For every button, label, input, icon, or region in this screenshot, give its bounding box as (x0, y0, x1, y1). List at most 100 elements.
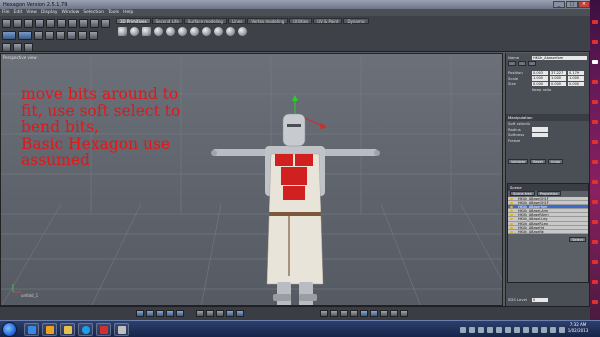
snap-icon[interactable] (101, 19, 110, 28)
minimize-button[interactable]: _ (553, 1, 565, 8)
redo-icon[interactable] (18, 31, 32, 40)
object-select-icon[interactable] (46, 19, 55, 28)
hemisphere-primitive-icon[interactable] (238, 27, 247, 36)
fit-icon[interactable] (370, 310, 378, 317)
visibility-icon[interactable] (510, 205, 513, 208)
orbit-icon[interactable] (330, 310, 338, 317)
view-front-icon[interactable] (136, 310, 144, 317)
grid-icon[interactable] (236, 310, 244, 317)
cylinder-primitive-icon[interactable] (154, 27, 163, 36)
manipulation-header[interactable]: Manipulation (506, 114, 589, 121)
position-y-field[interactable]: 37.227 (550, 70, 566, 75)
taskbar-media[interactable] (42, 323, 57, 336)
tray-icon[interactable] (541, 326, 547, 333)
select-button[interactable]: Select (569, 237, 586, 243)
view-top-icon[interactable] (156, 310, 164, 317)
position-x-field[interactable]: 0.003 (532, 70, 548, 75)
tab-surface-modeling[interactable]: Surface modeling (183, 18, 227, 24)
vertex-select-icon[interactable] (13, 19, 22, 28)
zoom-icon[interactable] (340, 310, 348, 317)
light-icon[interactable] (206, 310, 214, 317)
tab-dynamic[interactable]: Dynamic (343, 18, 370, 24)
tray-icon[interactable] (550, 326, 556, 333)
radius-field[interactable] (532, 127, 548, 132)
smooth-shade-icon[interactable] (13, 43, 22, 52)
tab-properties[interactable]: Properties (536, 191, 561, 197)
taskbar-ie[interactable] (24, 323, 39, 336)
scene-item[interactable]: HKUk_ABaseNk (508, 230, 588, 235)
tab-second-life[interactable]: Second Life (151, 18, 183, 24)
tray-icon[interactable] (523, 326, 529, 333)
menu-help[interactable]: Help (123, 10, 133, 15)
reset-view-icon[interactable] (380, 310, 388, 317)
soft-selection-checkbox[interactable]: Soft selection (508, 121, 530, 126)
cut-icon[interactable] (34, 31, 43, 40)
menu-edit[interactable]: Edit (14, 10, 23, 15)
menu-window[interactable]: Window (62, 10, 80, 15)
taskbar-hexagon[interactable] (114, 323, 129, 336)
maximize-button[interactable]: □ (566, 1, 578, 8)
scale-x-field[interactable]: 1.000 (532, 76, 548, 81)
cube-primitive-icon[interactable] (142, 27, 151, 36)
rotate-tool-icon[interactable] (68, 19, 77, 28)
tray-icon[interactable] (514, 326, 520, 333)
tab-3d-primitives[interactable]: 3D Primitives (116, 18, 151, 24)
tray-icon[interactable] (469, 326, 475, 333)
size-x-field[interactable]: 0.000 (532, 81, 548, 86)
validate-button[interactable]: Validate (508, 159, 529, 165)
plane-primitive-icon[interactable] (118, 27, 127, 36)
select-tool-icon[interactable] (2, 19, 11, 28)
name-field[interactable]: HKUk_Abaserfom (532, 55, 587, 60)
visibility-icon[interactable] (510, 218, 513, 221)
undo-view-icon[interactable] (390, 310, 398, 317)
scale-tool-icon[interactable] (79, 19, 88, 28)
undo-icon[interactable] (2, 31, 16, 40)
scale-z-field[interactable]: 1.000 (568, 76, 584, 81)
sds-level-field[interactable]: 0 (532, 297, 548, 302)
tray-icon[interactable] (460, 326, 466, 333)
tube-primitive-icon[interactable] (214, 27, 223, 36)
visibility-icon[interactable] (510, 214, 513, 217)
tab-lines[interactable]: Lines (227, 18, 247, 24)
taskbar-app[interactable] (96, 323, 111, 336)
knight-figure[interactable] (211, 113, 380, 306)
visibility-icon[interactable] (510, 210, 513, 213)
sphere-primitive-icon[interactable] (130, 27, 139, 36)
size-z-field[interactable]: 0.000 (568, 81, 584, 86)
position-tab[interactable]: ◦ (508, 60, 517, 66)
softness-field[interactable] (532, 132, 548, 137)
geosphere-primitive-icon[interactable] (190, 27, 199, 36)
clock[interactable]: 7:32 AM 1/02/2013 (560, 322, 596, 334)
wireframe-icon[interactable] (2, 43, 11, 52)
view-side-icon[interactable] (146, 310, 154, 317)
tray-icon[interactable] (496, 326, 502, 333)
size-y-field[interactable]: 0.000 (550, 81, 566, 86)
cone-primitive-icon[interactable] (166, 27, 175, 36)
menu-tools[interactable]: Tools (108, 10, 119, 15)
tray-icon[interactable] (532, 326, 538, 333)
face-select-icon[interactable] (35, 19, 44, 28)
tray-icon[interactable] (478, 326, 484, 333)
keep-ratio-checkbox[interactable]: Keep ratio (532, 87, 554, 92)
taskbar-skype[interactable] (78, 323, 93, 336)
menu-file[interactable]: File (2, 10, 10, 15)
local-tab[interactable]: ◦ (528, 60, 537, 66)
tab-scene-tree[interactable]: Scene tree (510, 191, 535, 197)
position-z-field[interactable]: 0.179 (568, 70, 584, 75)
edge-select-icon[interactable] (24, 19, 33, 28)
move-tool-icon[interactable] (57, 19, 66, 28)
tab-uv-paint[interactable]: UV & Paint (313, 18, 343, 24)
perspective-viewport[interactable]: Perspective view move bits around to fit… (0, 53, 503, 306)
visibility-icon[interactable] (510, 226, 513, 229)
render-icon[interactable] (216, 310, 224, 317)
visibility-icon[interactable] (510, 201, 513, 204)
transform-tab[interactable]: ◦ (518, 60, 527, 66)
redo-view-icon[interactable] (400, 310, 408, 317)
copy-icon[interactable] (45, 31, 54, 40)
ungroup-icon[interactable] (89, 31, 98, 40)
paste-icon[interactable] (56, 31, 65, 40)
shading-icon[interactable] (226, 310, 234, 317)
texture-shade-icon[interactable] (24, 43, 33, 52)
frame-icon[interactable] (350, 310, 358, 317)
view-persp-icon[interactable] (166, 310, 174, 317)
